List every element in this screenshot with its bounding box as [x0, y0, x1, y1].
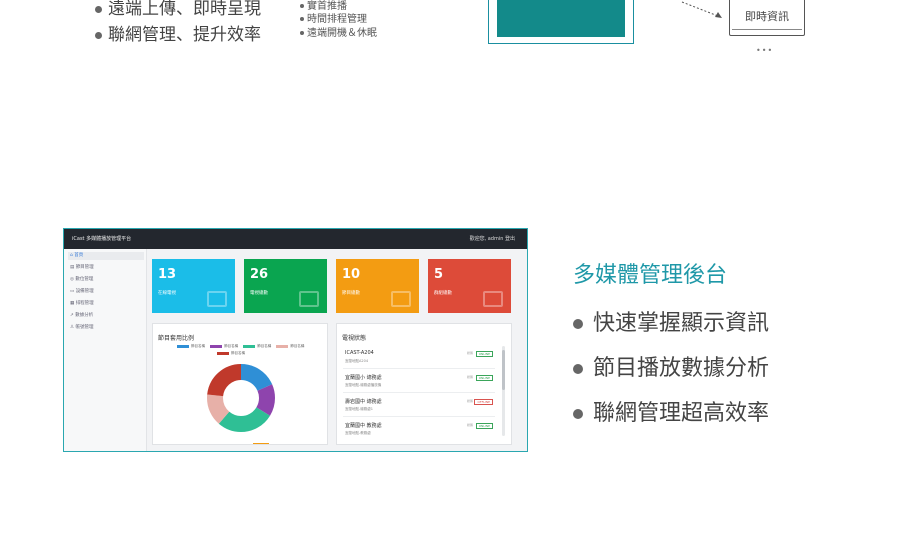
tv-status-badge: ONLINE: [475, 423, 493, 429]
monitor-icon: [299, 291, 319, 307]
stat-card-programs[interactable]: 10 節目總數: [336, 259, 419, 313]
donut-chart: [207, 364, 275, 432]
feature-item-2-text: 節目播放數據分析: [593, 356, 770, 381]
device-base: [732, 29, 802, 33]
bullet-dot-icon: [95, 31, 102, 39]
stat-label: 電視總數: [250, 291, 268, 296]
legend-swatch: [217, 351, 229, 355]
legend-swatch: [276, 344, 289, 348]
stat-value: 5: [434, 267, 444, 282]
device-label: 即時資訊: [745, 10, 789, 23]
sidebar-item-devices[interactable]: ▭ 設備管理: [70, 288, 94, 296]
legend-label: 節目名稱: [257, 344, 272, 348]
sidebar-item-schedule[interactable]: ▦ 排程管理: [70, 300, 94, 308]
feature-item-1-text: 快速掌握顯示資訊: [593, 311, 770, 336]
small-bullet-3: 遠端開機＆休眠: [300, 24, 377, 39]
dashboard-screenshot: iCast 多媒體播放管理平台 歡迎您, admin 登出 ⌂ 首頁 ▤ 節目管…: [63, 228, 528, 452]
tv-name: 宜蘭國中 教務處: [345, 423, 382, 429]
legend-label: 節目名稱: [231, 351, 245, 355]
scrollbar-thumb[interactable]: [502, 350, 505, 390]
stat-value: 10: [342, 267, 361, 282]
stat-card-online-tv[interactable]: 13 在線電視: [152, 259, 235, 313]
small-bullet-3-text: 遠端開機＆休眠: [307, 28, 377, 39]
tv-list-item[interactable]: 壽岩國中 總務處 宜蘭地點-總務處1 狀態 OFFLINE: [343, 394, 495, 417]
legend-label: 節目名稱: [191, 344, 205, 348]
program-ratio-title: 節目套用比例: [158, 335, 195, 342]
tv-list-scrollbar[interactable]: [502, 346, 505, 436]
group-icon: [483, 291, 503, 307]
sidebar-item-home[interactable]: ⌂ 首頁: [68, 252, 144, 260]
feature-item-3: 聯網管理超高效率: [573, 395, 769, 427]
tv-name: 宜蘭國小 總務處: [345, 375, 382, 381]
feature-item-1: 快速掌握顯示資訊: [573, 305, 769, 337]
stat-label: 在線電視: [158, 291, 176, 296]
legend-swatch: [210, 344, 223, 348]
tv-location: 宜蘭地點A204: [345, 359, 369, 363]
bullet-dot-icon: [300, 4, 304, 8]
tv-status-badge: OFFLINE: [474, 399, 493, 405]
stat-card-total-tv[interactable]: 26 電視總數: [244, 259, 327, 313]
dashboard-sidebar: ⌂ 首頁 ▤ 節目管理 ◎ 數位管理 ▭ 設備管理 ▦ 排程管理 ↗ 數據分析 …: [64, 249, 147, 451]
legend-swatch: [243, 344, 256, 348]
tv-location: 宜蘭地點-總務處播放機: [345, 383, 382, 387]
tv-list-item[interactable]: 宜蘭國中 教務處 宜蘭地點-教務處 狀態 ONLINE: [343, 418, 495, 440]
sidebar-item-accounts[interactable]: ♙ 帳號管理: [70, 324, 93, 332]
dashboard-user-info[interactable]: 歡迎您, admin 登出: [470, 235, 515, 242]
sidebar-item-digital[interactable]: ◎ 數位管理: [70, 276, 93, 284]
feature-item-2: 節目播放數據分析: [573, 350, 769, 382]
tv-name: 壽岩國中 總務處: [345, 399, 382, 405]
tv-list-item[interactable]: ICAST-A204 宜蘭地點A204 狀態 ONLINE: [343, 346, 495, 369]
bullet-dot-icon: [573, 409, 583, 419]
bullet-dot-icon: [573, 364, 583, 374]
tv-list-item[interactable]: 宜蘭國小 總務處 宜蘭地點-總務處播放機 狀態 ONLINE: [343, 370, 495, 393]
tv-status-badge: ONLINE: [475, 351, 493, 357]
legend-label: 節目名稱: [290, 344, 305, 348]
dashed-arrow-icon: [681, 1, 722, 18]
info-device-illustration: 即時資訊: [729, 0, 805, 36]
sidebar-item-programs[interactable]: ▤ 節目管理: [70, 264, 94, 272]
tv-status-label: 狀態: [466, 423, 473, 427]
more-dots: •••: [756, 46, 774, 55]
tv-location: 宜蘭地點-總務處1: [345, 407, 373, 411]
top-bullet-1-text: 遠端上傳、即時呈現: [108, 0, 261, 19]
chart-legend: 節目名稱 節目名稱 節目名稱 節目名稱: [173, 344, 304, 349]
dashboard-topbar: iCast 多媒體播放管理平台 歡迎您, admin 登出: [64, 229, 527, 249]
tv-status-label: 狀態: [466, 399, 473, 403]
program-ratio-panel: 節目套用比例 節目名稱 節目名稱 節目名稱 節目名稱 節目名稱: [152, 323, 328, 445]
legend-label: 節目名稱: [224, 344, 239, 348]
bullet-dot-icon: [573, 319, 583, 329]
top-bullet-2: 聯網管理、提升效率: [95, 20, 261, 45]
display-screen-illustration: [488, 0, 634, 44]
top-bullet-2-text: 聯網管理、提升效率: [108, 25, 261, 45]
feature-title: 多媒體管理後台: [573, 263, 728, 288]
panel-footer-line: [253, 443, 269, 444]
sidebar-item-analytics[interactable]: ↗ 數據分析: [70, 312, 93, 320]
stat-value: 13: [158, 267, 177, 282]
stat-label: 節目總數: [342, 291, 360, 296]
stat-value: 26: [250, 267, 269, 282]
chart-legend-row-2: 節目名稱: [213, 351, 245, 356]
tv-location: 宜蘭地點-教務處: [345, 431, 371, 435]
tv-status-label: 狀態: [466, 375, 473, 379]
signal-bars-icon: [207, 291, 227, 307]
bullet-dot-icon: [95, 5, 102, 13]
dashboard-app-title: iCast 多媒體播放管理平台: [72, 236, 132, 242]
feature-item-3-text: 聯網管理超高效率: [593, 401, 770, 426]
tv-status-title: 電視狀態: [342, 335, 367, 342]
bullet-dot-icon: [300, 31, 304, 35]
tv-name: ICAST-A204: [345, 350, 374, 356]
tv-status-badge: ONLINE: [475, 375, 493, 381]
tv-status-panel: 電視狀態 ICAST-A204 宜蘭地點A204 狀態 ONLINE 宜蘭國小 …: [336, 323, 512, 445]
stat-card-groups[interactable]: 5 群組總數: [428, 259, 511, 313]
bullet-dot-icon: [300, 17, 304, 21]
film-icon: [391, 291, 411, 307]
legend-swatch: [177, 344, 189, 348]
top-bullet-1: 遠端上傳、即時呈現: [95, 0, 261, 19]
small-bullet-2: 時間排程管理: [300, 10, 367, 25]
tv-status-label: 狀態: [466, 351, 473, 355]
display-screen-panel: [497, 0, 625, 37]
stat-label: 群組總數: [434, 291, 452, 296]
